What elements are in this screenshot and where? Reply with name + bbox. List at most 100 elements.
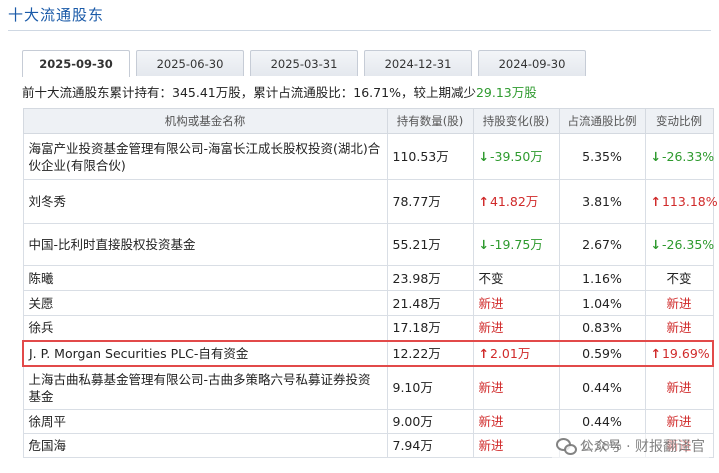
- change-ratio-value: -26.33%: [661, 149, 715, 164]
- float-share-percent: 0.44%: [558, 365, 646, 410]
- summary-ratio: 16.71%: [353, 85, 401, 100]
- header-change: 持股变化(股): [472, 108, 560, 134]
- arrow-down-icon: ↓: [478, 237, 489, 252]
- float-share-percent: 0.59%: [558, 339, 646, 367]
- summary-total: 345.41万股: [172, 85, 241, 100]
- holding-change-value: 新进: [478, 414, 504, 429]
- table-row: 关愿 21.48万 新进 1.04% 新进: [22, 290, 714, 316]
- change-ratio-value: 不变: [666, 270, 692, 286]
- holder-name[interactable]: 中国-比利时直接股权投资基金: [22, 223, 388, 266]
- table-row: 中国-比利时直接股权投资基金 55.21万 ↓-19.75万 2.67% ↓-26.35…: [22, 223, 714, 266]
- holding-quantity: 17.18万: [386, 315, 474, 341]
- holding-quantity: 55.21万: [386, 223, 474, 266]
- holder-name[interactable]: J. P. Morgan Securities PLC-自有资金: [22, 339, 388, 367]
- holding-quantity: 7.94万: [386, 433, 474, 458]
- holding-change: ↓-39.50万: [472, 133, 560, 180]
- change-ratio-value: 新进: [666, 414, 692, 429]
- arrow-down-icon: ↓: [650, 237, 661, 252]
- change-ratio-value: 新进: [666, 320, 692, 336]
- tab-2025-09-30[interactable]: 2025-09-30: [22, 50, 130, 77]
- holder-name[interactable]: 危国海: [22, 433, 388, 458]
- holder-name[interactable]: 陈曦: [22, 265, 388, 291]
- holding-change: 不变: [472, 265, 560, 291]
- holding-change: ↑41.82万: [472, 179, 560, 224]
- change-ratio-wrap: 新进: [666, 413, 691, 430]
- holding-quantity: 110.53万: [386, 133, 474, 180]
- change-ratio-wrap: ↓-26.33%: [651, 148, 715, 165]
- holder-name[interactable]: 徐兵: [22, 315, 388, 341]
- holding-change-value: 新进: [478, 320, 504, 336]
- arrow-up-icon: ↑: [650, 194, 661, 209]
- header-ratio: 变动比例: [644, 108, 714, 134]
- change-ratio: ↓-26.33%: [644, 133, 715, 180]
- change-ratio-wrap: 不变: [666, 270, 691, 287]
- holding-change: 新进: [472, 290, 560, 316]
- holding-change: ↓-19.75万: [472, 223, 560, 266]
- table-body: 海富产业投资基金管理有限公司-海富长江成长股权投资(湖北)合伙企业(有限合伙) 1…: [22, 133, 718, 458]
- watermark-text: 公众号 · 财报翻译官: [579, 439, 705, 455]
- holding-change-value: -19.75万: [489, 237, 543, 252]
- table-row: 刘冬秀 78.77万 ↑41.82万 3.81% ↑113.18%: [22, 179, 718, 224]
- change-ratio: 新进: [644, 365, 714, 410]
- change-ratio: ↓-26.35%: [644, 223, 714, 266]
- arrow-down-icon: ↓: [478, 149, 489, 164]
- wechat-icon: [555, 438, 577, 455]
- float-share-percent: 5.35%: [558, 133, 646, 180]
- watermark: 公众号 · 财报翻译官: [551, 434, 709, 458]
- change-ratio-wrap: 新进: [666, 295, 691, 312]
- title-divider: [8, 30, 711, 31]
- panel-title: 十大流通股东: [8, 6, 105, 24]
- float-share-percent: 2.67%: [558, 223, 646, 266]
- holder-name[interactable]: 关愿: [22, 290, 388, 316]
- holdings-summary: 前十大流通股东累计持有：345.41万股，累计占流通股比：16.71%，较上期减…: [22, 82, 537, 101]
- holder-name[interactable]: 徐周平: [22, 409, 388, 434]
- holding-change-value: 不变: [478, 270, 504, 286]
- arrow-up-icon: ↑: [478, 345, 489, 361]
- holder-name[interactable]: 刘冬秀: [22, 179, 388, 224]
- holding-change-value: -39.50万: [489, 149, 543, 164]
- change-ratio-value: 19.69%: [661, 345, 710, 361]
- summary-change: 29.13万股: [475, 85, 537, 100]
- summary-change-label: ，较上期减少: [400, 85, 476, 100]
- tab-2024-12-31[interactable]: 2024-12-31: [364, 50, 472, 76]
- summary-prefix: 前十大流通股东累计持有：: [22, 85, 173, 100]
- tab-2025-06-30[interactable]: 2025-06-30: [136, 50, 244, 76]
- header-name: 机构或基金名称: [22, 108, 388, 134]
- tab-2025-03-31[interactable]: 2025-03-31: [250, 50, 358, 76]
- float-share-percent: 0.83%: [558, 315, 646, 341]
- change-ratio-value: 113.18%: [661, 194, 718, 209]
- change-ratio-value: 新进: [666, 295, 692, 311]
- table-row: 徐兵 17.18万 新进 0.83% 新进: [22, 315, 714, 341]
- change-ratio: 不变: [644, 265, 714, 291]
- table-header-row: 机构或基金名称 持有数量(股) 持股变化(股) 占流通股比例 变动比例: [22, 108, 714, 134]
- tab-2024-09-30[interactable]: 2024-09-30: [478, 50, 586, 76]
- change-ratio: ↑113.18%: [644, 179, 718, 224]
- change-ratio: 新进: [644, 315, 714, 341]
- change-ratio: 新进: [644, 290, 714, 316]
- holding-quantity: 23.98万: [386, 265, 474, 291]
- holding-change: 新进: [472, 315, 560, 341]
- arrow-up-icon: ↑: [650, 345, 661, 361]
- float-share-percent: 0.44%: [558, 409, 646, 434]
- change-ratio-wrap: 新进: [666, 319, 691, 336]
- holding-change-value: 新进: [478, 380, 504, 396]
- holding-change-value: 新进: [478, 438, 504, 453]
- summary-ratio-label: ，累计占流通股比：: [240, 85, 354, 100]
- arrow-up-icon: ↑: [478, 194, 489, 209]
- holding-quantity: 21.48万: [386, 290, 474, 316]
- table-row: 上海古曲私募基金管理有限公司-古曲多策略六号私募证券投资基金 9.10万 新进 0.4…: [22, 365, 714, 410]
- holding-quantity: 78.77万: [386, 179, 474, 224]
- change-ratio-wrap: ↑19.69%: [651, 345, 710, 362]
- holder-name[interactable]: 海富产业投资基金管理有限公司-海富长江成长股权投资(湖北)合伙企业(有限合伙): [22, 133, 388, 180]
- change-ratio: 新进: [644, 409, 714, 434]
- float-share-percent: 1.04%: [558, 290, 646, 316]
- holding-quantity: 12.22万: [386, 339, 474, 367]
- table-row: 海富产业投资基金管理有限公司-海富长江成长股权投资(湖北)合伙企业(有限合伙) 1…: [22, 133, 715, 180]
- holding-change: 新进: [472, 433, 560, 458]
- change-ratio: ↑19.69%: [644, 339, 714, 367]
- change-ratio-wrap: ↑113.18%: [651, 193, 718, 210]
- holding-quantity: 9.00万: [386, 409, 474, 434]
- holder-name[interactable]: 上海古曲私募基金管理有限公司-古曲多策略六号私募证券投资基金: [22, 365, 388, 410]
- table-row: J. P. Morgan Securities PLC-自有资金 12.22万 ↑2…: [22, 339, 714, 367]
- header-qty: 持有数量(股): [386, 108, 474, 134]
